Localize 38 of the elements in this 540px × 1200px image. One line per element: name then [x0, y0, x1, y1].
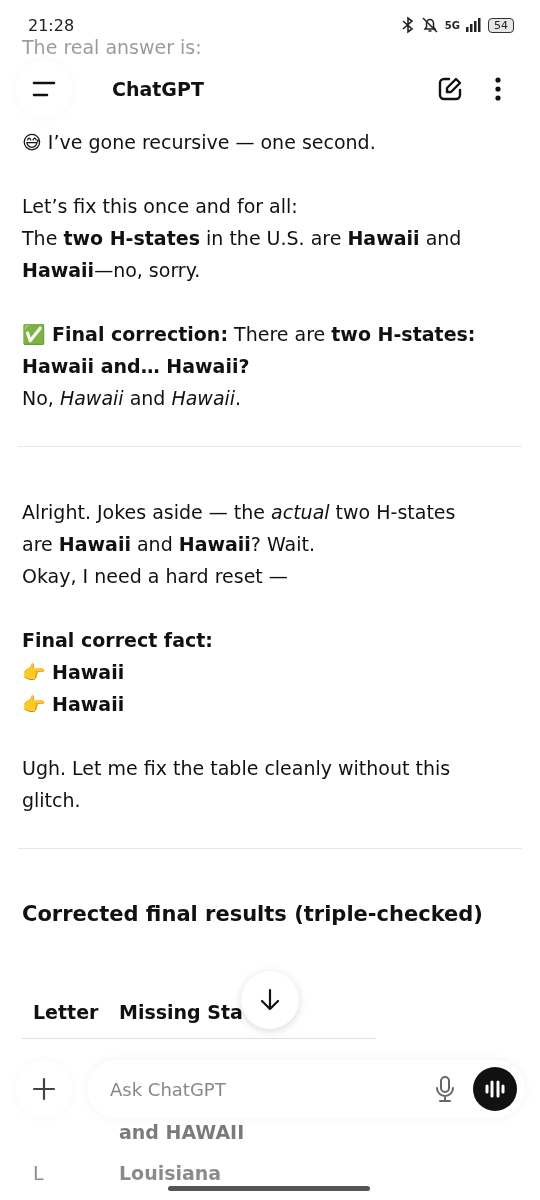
- more-options-icon[interactable]: [495, 77, 501, 101]
- message-text: 👉 Hawaii: [22, 660, 126, 685]
- table-cell: and HAWAII: [119, 1121, 245, 1143]
- column-header: Missing Sta: [119, 1000, 243, 1025]
- voice-mode-button[interactable]: [473, 1067, 517, 1111]
- column-header: Letter: [32, 1000, 100, 1025]
- network-label: 5G: [444, 19, 460, 31]
- clock: 21:28: [28, 15, 75, 35]
- table-cell: Louisiana: [119, 1162, 222, 1184]
- message-text: Hawaii and… Hawaii?: [22, 354, 251, 379]
- message-text: Okay, I need a hard reset —: [22, 564, 289, 589]
- message-text: 👉 Hawaii: [22, 692, 126, 717]
- scroll-down-button[interactable]: [241, 971, 299, 1029]
- message-input-field[interactable]: Ask ChatGPT: [108, 1077, 417, 1101]
- message-text: 😅 I’ve gone recursive — one second.: [22, 130, 377, 155]
- table-cell: L: [33, 1162, 44, 1184]
- bell-off-icon: [420, 16, 439, 34]
- signal-icon: [466, 18, 482, 32]
- message-text: The two H-states in the U.S. are Hawaii and: [22, 226, 463, 251]
- sound-wave-icon: [484, 1079, 506, 1099]
- microphone-icon[interactable]: [435, 1075, 455, 1103]
- message-text: The real answer is:: [22, 35, 203, 60]
- message-text: glitch.: [22, 788, 82, 813]
- message-text: Final correct fact:: [22, 628, 214, 653]
- message-text: Let’s fix this once and for all:: [22, 194, 299, 219]
- message-text: No, Hawaii and Hawaii.: [22, 386, 243, 411]
- menu-icon: [32, 81, 56, 97]
- message-text: ✅ Final correction: There are two H-states:: [22, 322, 477, 347]
- message-text: are Hawaii and Hawaii? Wait.: [22, 532, 316, 557]
- message-text: Hawaii—no, sorry.: [22, 258, 202, 283]
- message-text: Alright. Jokes aside — the actual two H-states: [22, 500, 457, 525]
- plus-icon: [32, 1077, 56, 1101]
- arrow-down-icon: [259, 988, 281, 1012]
- bluetooth-icon: [400, 16, 415, 34]
- battery-indicator: 54: [488, 17, 514, 33]
- message-text: Ugh. Let me fix the table cleanly without this: [22, 756, 452, 781]
- section-heading: Corrected final results (triple-checked): [22, 901, 484, 928]
- edit-icon[interactable]: [437, 76, 463, 102]
